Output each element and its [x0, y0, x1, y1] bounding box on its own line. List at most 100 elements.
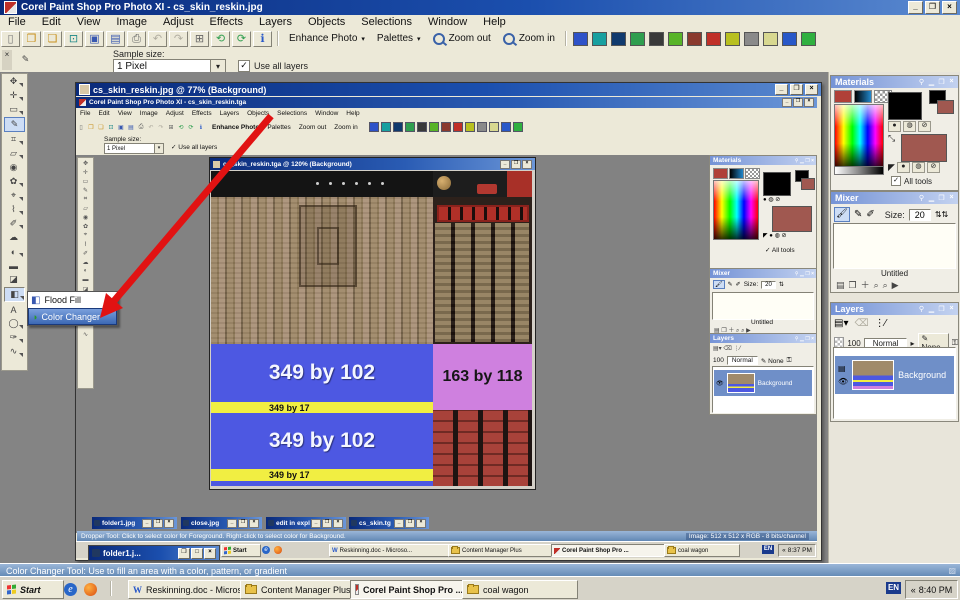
- inner-close-button[interactable]: ×: [805, 84, 818, 95]
- new-layer-button[interactable]: ▤▾: [834, 318, 848, 329]
- effect-icon[interactable]: [611, 32, 626, 46]
- ie-quicklaunch-icon[interactable]: e: [64, 583, 77, 596]
- inner-restore-button[interactable]: ❐: [790, 84, 803, 95]
- effect-icon[interactable]: [782, 32, 797, 46]
- mixer-tube-tool[interactable]: 🖌: [834, 207, 850, 222]
- warp-brush-tool[interactable]: ∿: [4, 345, 23, 358]
- minimized-folder1-window[interactable]: folder1.j... ❐ □ ×: [88, 545, 220, 561]
- task-corel-psp[interactable]: Corel Paint Shop Pro ...: [350, 580, 468, 599]
- rotate-right-icon[interactable]: ⟳: [232, 31, 251, 47]
- background-style-buttons[interactable]: ◤ ● ◍ ⊘: [888, 162, 940, 173]
- all-tools-checkbox[interactable]: ✓ All tools: [891, 176, 932, 186]
- inner-window-titlebar[interactable]: cs_skin_reskin.jpg @ 77% (Background) _ …: [76, 83, 821, 96]
- menu-item[interactable]: Window: [420, 16, 475, 28]
- firefox-quicklaunch-icon[interactable]: [84, 583, 97, 596]
- menu-item[interactable]: Edit: [34, 16, 69, 28]
- palette-buttons[interactable]: ⚲▁❐×: [917, 78, 958, 86]
- materials-tabs[interactable]: [834, 90, 892, 103]
- crop-tool[interactable]: ⌗: [4, 133, 23, 146]
- texture-canvas[interactable]: 349 by 102 163 by 118 349 by 17 349 by 1…: [211, 171, 532, 486]
- tab-frame[interactable]: [834, 90, 852, 103]
- clock[interactable]: « 8:40 PM: [905, 580, 958, 599]
- mixer-size-value[interactable]: 20: [909, 209, 931, 221]
- task-reskinning-doc[interactable]: W Reskinning.doc - Microso...: [128, 580, 246, 599]
- flyout-item-flood-fill[interactable]: ◧ Flood Fill: [28, 292, 117, 308]
- scratch-remover-tool[interactable]: ⌇: [4, 203, 23, 216]
- print-icon[interactable]: ⎙: [127, 31, 146, 47]
- mixer-knife-tool[interactable]: ✎: [854, 209, 862, 220]
- mixer-brush-tool[interactable]: ✐: [866, 209, 874, 220]
- menu-item[interactable]: Objects: [300, 16, 353, 28]
- dropper-tool[interactable]: ✎: [4, 117, 25, 132]
- swap-colors-icon[interactable]: ⤡: [888, 133, 895, 144]
- save-as-icon[interactable]: ▤: [106, 31, 125, 47]
- selection-tool[interactable]: ▭: [4, 103, 23, 116]
- new-icon[interactable]: ▯: [1, 31, 20, 47]
- redo-icon[interactable]: ↷: [169, 31, 188, 47]
- notification-chevron[interactable]: «: [911, 585, 916, 595]
- clone-tool[interactable]: ⌖: [4, 189, 23, 202]
- pen-tool[interactable]: ✑: [4, 331, 23, 344]
- delete-layer-button[interactable]: ⌫: [854, 318, 868, 329]
- resize-icon[interactable]: ⊞: [190, 31, 209, 47]
- layer-thumbnail[interactable]: [852, 360, 894, 390]
- rotate-left-icon[interactable]: ⟲: [211, 31, 230, 47]
- effect-icon[interactable]: [801, 32, 816, 46]
- makeover-tool[interactable]: ✿: [4, 175, 23, 188]
- preset-shape-tool[interactable]: ◯: [4, 317, 23, 330]
- start-button[interactable]: Start: [2, 580, 64, 599]
- grayscale-strip[interactable]: [834, 166, 884, 175]
- gradient-style-icon[interactable]: ◍: [903, 121, 916, 132]
- background-mini-swatch[interactable]: [937, 100, 954, 114]
- menu-item[interactable]: Effects: [202, 16, 251, 28]
- brush-tool[interactable]: ✐: [4, 217, 23, 230]
- scan-icon[interactable]: ⊡: [64, 31, 83, 47]
- restore-button[interactable]: ❐: [925, 1, 940, 14]
- flyout-item-color-changer[interactable]: ◑ Color Changer: [28, 308, 117, 325]
- tab-gradient[interactable]: [854, 90, 872, 103]
- menu-item[interactable]: Layers: [251, 16, 300, 28]
- info-icon[interactable]: ℹ: [253, 31, 272, 47]
- close-button[interactable]: ×: [204, 548, 216, 559]
- lighten-darken-tool[interactable]: ◐: [4, 245, 23, 258]
- task-coal-wagon[interactable]: coal wagon: [462, 580, 578, 599]
- null-style-icon[interactable]: ⊘: [918, 121, 931, 132]
- foreground-style-buttons[interactable]: ● ◍ ⊘: [888, 121, 931, 132]
- undo-icon[interactable]: ↶: [148, 31, 167, 47]
- layer-row-background[interactable]: ▤ 👁 Background: [835, 356, 954, 394]
- save-icon[interactable]: ▣: [85, 31, 104, 47]
- flood-fill-tool[interactable]: ◧: [4, 287, 25, 302]
- layer-name[interactable]: Background: [898, 370, 946, 380]
- resize-grip[interactable]: ▨: [948, 566, 956, 575]
- menu-item[interactable]: Image: [108, 16, 155, 28]
- effect-icon[interactable]: [687, 32, 702, 46]
- effect-icon[interactable]: [744, 32, 759, 46]
- color-picker[interactable]: [834, 104, 884, 168]
- mixer-canvas[interactable]: [833, 223, 956, 269]
- menu-item[interactable]: View: [69, 16, 109, 28]
- mixer-actions[interactable]: ▤❐＋⌕⌕▶: [836, 278, 903, 291]
- inner-minimize-button[interactable]: _: [775, 84, 788, 95]
- texture-toggle-icon[interactable]: ◤: [888, 162, 895, 173]
- effect-icon[interactable]: [649, 32, 664, 46]
- edit-selection-button[interactable]: ⋮⁄: [875, 318, 887, 329]
- open-icon[interactable]: ❐: [22, 31, 41, 47]
- effect-icon[interactable]: [630, 32, 645, 46]
- close-button[interactable]: ×: [942, 1, 957, 14]
- browse-icon[interactable]: ❏: [43, 31, 62, 47]
- effect-icon[interactable]: [592, 32, 607, 46]
- task-content-manager[interactable]: Content Manager Plus: [240, 580, 356, 599]
- palette-buttons[interactable]: ⚲▁❐×: [917, 194, 958, 202]
- visibility-eye-icon[interactable]: 👁: [838, 377, 848, 386]
- foreground-swatch[interactable]: [888, 92, 922, 120]
- redeye-tool[interactable]: ◉: [4, 161, 23, 174]
- airbrush-tool[interactable]: ☁: [4, 231, 23, 244]
- palette-buttons[interactable]: ⚲▁❐×: [917, 305, 958, 313]
- menu-item[interactable]: File: [0, 16, 34, 28]
- effect-icon[interactable]: [725, 32, 740, 46]
- spinner-icon[interactable]: ⇅⇅: [935, 210, 948, 219]
- use-all-layers-checkbox[interactable]: ✓ Use all layers: [238, 60, 308, 72]
- text-tool[interactable]: A: [4, 303, 23, 316]
- zoom-in-button[interactable]: Zoom in: [497, 32, 561, 46]
- enhance-photo-button[interactable]: Enhance Photo ▾: [283, 32, 371, 45]
